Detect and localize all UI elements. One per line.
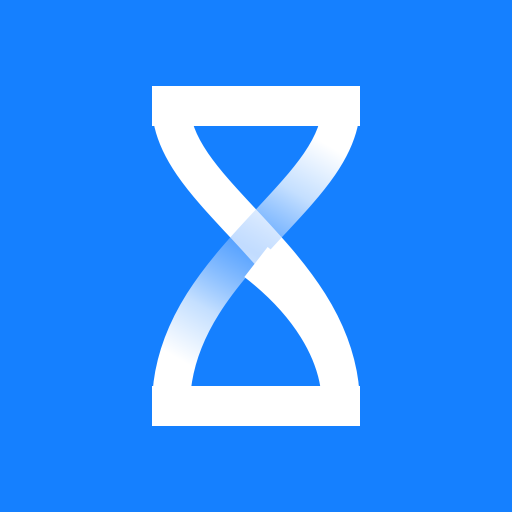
app-icon-canvas bbox=[0, 0, 512, 512]
app-icon bbox=[0, 0, 512, 512]
